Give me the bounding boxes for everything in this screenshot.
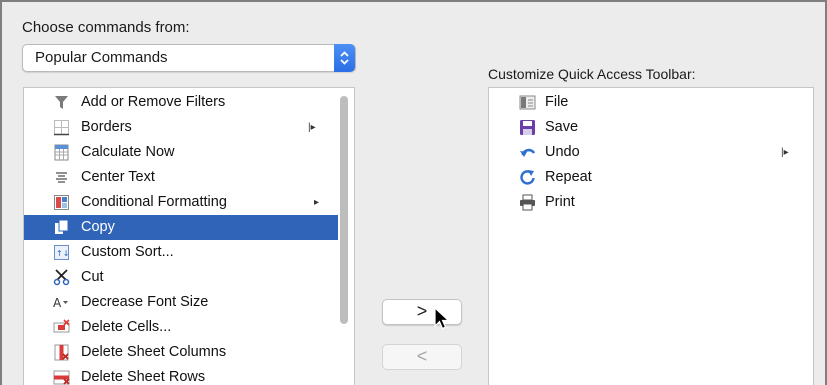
- custom-sort-icon: ↑↓: [53, 244, 70, 261]
- list-item-label: Delete Cells...: [81, 319, 172, 335]
- remove-button-label: <: [416, 346, 428, 366]
- remove-command-button[interactable]: <: [382, 344, 462, 370]
- toolbar-item-label: Print: [545, 194, 575, 210]
- delete-rows-icon: [53, 369, 70, 385]
- list-item-label: Delete Sheet Columns: [81, 344, 227, 360]
- list-item-label: Cut: [81, 269, 104, 285]
- toolbar-item[interactable]: File: [489, 90, 809, 115]
- list-item-label: Delete Sheet Rows: [81, 369, 206, 385]
- toolbar-item-label: Undo: [545, 144, 580, 160]
- submenu-arrow-icon: ▸: [314, 197, 320, 208]
- svg-text:↑↓: ↑↓: [56, 249, 69, 258]
- list-item-label: Copy: [81, 219, 115, 235]
- save-icon: [519, 119, 536, 136]
- svg-text:A: A: [53, 296, 62, 310]
- list-item[interactable]: A Decrease Font Size: [24, 290, 338, 315]
- list-item[interactable]: Copy: [24, 215, 338, 240]
- delete-columns-icon: [53, 344, 70, 361]
- toolbar-item[interactable]: Print: [489, 190, 809, 215]
- toolbar-item-label: Save: [545, 119, 579, 135]
- delete-cells-icon: [53, 319, 70, 336]
- undo-icon: [519, 144, 536, 161]
- list-item[interactable]: Delete Cells...: [24, 315, 338, 340]
- list-item[interactable]: Cut: [24, 265, 338, 290]
- copy-icon: [53, 219, 70, 236]
- list-item-label: Borders: [81, 119, 132, 135]
- toolbar-item-label: Repeat: [545, 169, 592, 185]
- list-item[interactable]: Add or Remove Filters: [24, 90, 338, 115]
- split-arrow-icon[interactable]: |▸: [781, 147, 789, 158]
- toolbar-item-label: File: [545, 94, 569, 110]
- list-item[interactable]: Center Text: [24, 165, 338, 190]
- repeat-icon: [519, 169, 536, 186]
- commands-from-dropdown[interactable]: Popular Commands: [22, 44, 356, 72]
- toolbar-item[interactable]: Save: [489, 115, 809, 140]
- list-item[interactable]: Conditional Formatting ▸: [24, 190, 338, 215]
- toolbar-item[interactable]: Undo |▸: [489, 140, 809, 165]
- calculate-icon: [53, 144, 70, 161]
- center-text-icon: [53, 169, 70, 186]
- file-icon: [519, 94, 536, 111]
- list-item[interactable]: ↑↓ Custom Sort...: [24, 240, 338, 265]
- scissors-icon: [53, 269, 70, 286]
- list-item-label: Custom Sort...: [81, 244, 174, 260]
- decrease-font-icon: A: [53, 294, 70, 311]
- list-item-label: Decrease Font Size: [81, 294, 209, 310]
- commands-list[interactable]: Add or Remove Filters Borders |▸ Calcula…: [23, 87, 355, 385]
- list-item-label: Conditional Formatting: [81, 194, 227, 210]
- list-item-label: Center Text: [81, 169, 155, 185]
- print-icon: [519, 194, 536, 211]
- borders-icon: [53, 119, 70, 136]
- toolbar-list[interactable]: File Save Undo |▸ Repeat Print: [488, 87, 814, 385]
- customize-toolbar-dialog: Choose commands from: Popular Commands A…: [0, 0, 827, 385]
- list-item-label: Calculate Now: [81, 144, 175, 160]
- list-item-label: Add or Remove Filters: [81, 94, 226, 110]
- dropdown-selected-value: Popular Commands: [35, 49, 168, 66]
- filter-icon: [53, 94, 70, 111]
- dropdown-stepper-icon[interactable]: [334, 44, 355, 72]
- list-item[interactable]: Delete Sheet Rows: [24, 365, 338, 385]
- list-item[interactable]: Delete Sheet Columns: [24, 340, 338, 365]
- list-item[interactable]: Borders |▸: [24, 115, 338, 140]
- conditional-formatting-icon: [53, 194, 70, 211]
- mouse-pointer-icon: [434, 307, 451, 330]
- list-item[interactable]: Calculate Now: [24, 140, 338, 165]
- choose-commands-label: Choose commands from:: [22, 19, 190, 36]
- toolbar-item[interactable]: Repeat: [489, 165, 809, 190]
- split-arrow-icon[interactable]: |▸: [308, 122, 316, 133]
- customize-toolbar-label: Customize Quick Access Toolbar:: [488, 66, 696, 82]
- commands-scrollbar[interactable]: [340, 96, 348, 324]
